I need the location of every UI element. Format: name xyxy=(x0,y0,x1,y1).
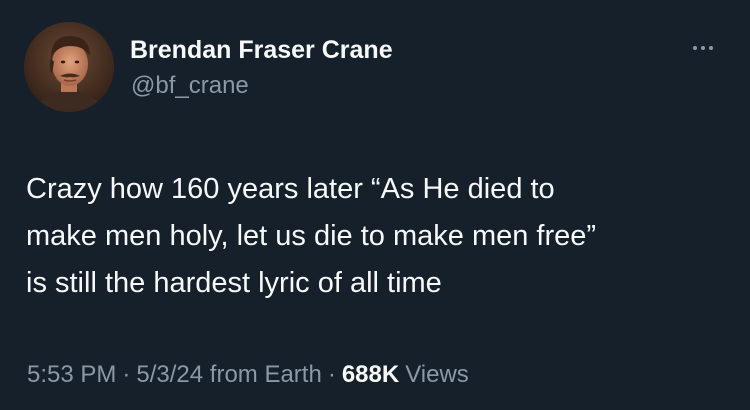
tweet-metadata: 5:53 PM · 5/3/24 from Earth · 688K Views xyxy=(27,361,469,389)
author-display-name[interactable]: Brendan Fraser Crane xyxy=(130,36,393,65)
author-handle[interactable]: @bf_crane xyxy=(131,72,249,100)
tweet-text: Crazy how 160 years later “As He died to… xyxy=(26,166,726,307)
more-options-button[interactable] xyxy=(683,36,723,60)
tweet-text-line: is still the hardest lyric of all time xyxy=(26,267,442,299)
views-count[interactable]: 688K xyxy=(342,361,399,388)
tweet-text-line: Crazy how 160 years later “As He died to xyxy=(26,173,555,205)
more-horizontal-icon xyxy=(693,46,697,50)
avatar[interactable] xyxy=(24,22,114,112)
profile-photo-icon xyxy=(24,22,114,112)
meta-separator: · xyxy=(122,361,131,388)
meta-separator: · xyxy=(327,361,336,388)
tweet-text-line: make men holy, let us die to make men fr… xyxy=(26,220,597,252)
tweet-time[interactable]: 5:53 PM xyxy=(27,361,116,388)
views-label: Views xyxy=(405,361,469,388)
more-horizontal-icon-dot xyxy=(709,46,713,50)
tweet-card: Brendan Fraser Crane @bf_crane Crazy how… xyxy=(0,0,750,410)
more-horizontal-icon-dot xyxy=(701,46,705,50)
tweet-date-source: 5/3/24 from Earth xyxy=(136,361,322,388)
